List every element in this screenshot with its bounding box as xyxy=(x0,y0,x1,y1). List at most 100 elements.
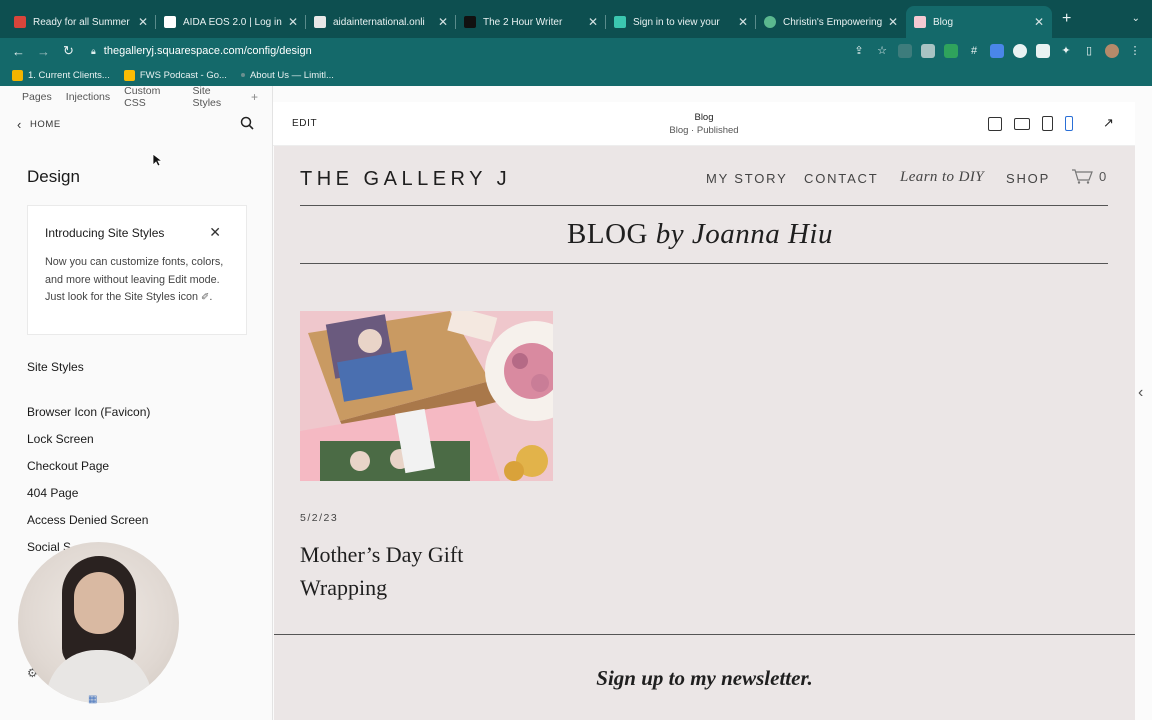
favicon-icon xyxy=(914,16,926,28)
bookmarks-bar: 1. Current Clients... FWS Podcast - Go..… xyxy=(0,64,1152,86)
menu-access-denied[interactable]: Access Denied Screen xyxy=(27,513,148,527)
close-tab-icon[interactable]: ✕ xyxy=(588,15,598,29)
tablet-portrait-icon[interactable] xyxy=(1042,116,1053,131)
gift-wrapping-photo xyxy=(300,311,553,481)
forward-arrow-icon[interactable]: → xyxy=(31,44,56,59)
favicon-icon xyxy=(164,16,176,28)
nav-contact[interactable]: CONTACT xyxy=(804,171,878,186)
add-tab-button[interactable]: + xyxy=(251,90,258,104)
camera-extension-icon[interactable] xyxy=(921,44,935,58)
panel-tabs: Pages Injections Custom CSS Site Styles … xyxy=(0,85,272,109)
browser-tab[interactable]: Christin's Empowering ✕ xyxy=(756,6,906,38)
panel-title: Design xyxy=(27,167,80,186)
translate-extension-icon[interactable] xyxy=(990,44,1004,58)
close-tab-icon[interactable]: ✕ xyxy=(438,15,448,29)
favicon-icon xyxy=(314,16,326,28)
desktop-view-icon[interactable] xyxy=(988,116,1002,131)
edit-toolbar: EDIT Blog Blog · Published ↗ xyxy=(273,102,1135,146)
close-tab-icon[interactable]: ✕ xyxy=(1034,15,1044,29)
menu-browser-icon[interactable]: Browser Icon (Favicon) xyxy=(27,405,150,419)
close-tab-icon[interactable]: ✕ xyxy=(288,15,298,29)
tab-title: Sign in to view your xyxy=(633,16,720,28)
nav-my-story[interactable]: MY STORY xyxy=(706,171,788,186)
bookmark-label: FWS Podcast - Go... xyxy=(139,69,227,81)
close-icon[interactable]: ✕ xyxy=(209,224,221,241)
nav-learn-to-diy[interactable]: Learn to DIY xyxy=(900,169,984,186)
bookmark-item[interactable]: About Us — Limitl... xyxy=(240,70,334,81)
bookmark-item[interactable]: FWS Podcast - Go... xyxy=(123,69,227,81)
tab-site-styles[interactable]: Site Styles xyxy=(193,85,237,109)
tab-injections[interactable]: Injections xyxy=(66,91,110,103)
puzzle-icon[interactable]: ✦ xyxy=(1059,44,1073,58)
site-logo[interactable]: THE GALLERY J xyxy=(300,168,511,191)
menu-kebab-icon[interactable]: ⋮ xyxy=(1128,44,1142,58)
card-title: Introducing Site Styles xyxy=(45,226,165,240)
browser-tab[interactable]: Sign in to view your ✕ xyxy=(606,6,756,38)
grammar-extension-icon[interactable] xyxy=(1013,44,1027,58)
tab-pages[interactable]: Pages xyxy=(22,91,52,103)
home-back-link[interactable]: ‹ HOME xyxy=(17,117,61,132)
card-body-period: . xyxy=(209,291,213,303)
expand-arrow-icon[interactable]: ↗ xyxy=(1103,115,1114,131)
browser-tab[interactable]: aidainternational.onli ✕ xyxy=(306,6,456,38)
close-tab-icon[interactable]: ✕ xyxy=(888,15,898,29)
newsletter-section: Sign up to my newsletter. xyxy=(274,634,1135,720)
screen-extension-icon[interactable] xyxy=(1036,44,1050,58)
card-body: Now you can customize fonts, colors, and… xyxy=(45,254,235,307)
cart-icon xyxy=(1072,169,1093,184)
tab-title: Christin's Empowering xyxy=(783,16,882,28)
share-icon[interactable]: ⇪ xyxy=(852,44,866,58)
home-label: HOME xyxy=(29,119,61,130)
new-tab-button[interactable]: + xyxy=(1062,10,1071,28)
close-tab-icon[interactable]: ✕ xyxy=(138,15,148,29)
sheets-extension-icon[interactable] xyxy=(944,44,958,58)
tablet-landscape-icon[interactable] xyxy=(1014,117,1030,130)
tab-title: Ready for all Summer xyxy=(33,16,130,28)
browser-tab[interactable]: AIDA EOS 2.0 | Log in ✕ xyxy=(156,6,306,38)
avatar-body xyxy=(46,650,152,703)
url-field[interactable]: 🔒︎ thegalleryj.squarespace.com/config/de… xyxy=(91,40,852,62)
tab-search-chevron-icon[interactable]: ⌄ xyxy=(1132,13,1140,24)
browser-tab[interactable]: Ready for all Summer ✕ xyxy=(6,6,156,38)
reload-icon[interactable]: ↻ xyxy=(56,43,81,59)
favicon-icon xyxy=(764,16,776,28)
device-switcher xyxy=(988,116,1073,131)
chevron-left-icon[interactable]: ‹ xyxy=(1138,384,1143,402)
favicon-icon xyxy=(464,16,476,28)
star-icon[interactable]: ☆ xyxy=(875,44,889,58)
browser-tab[interactable]: The 2 Hour Writer ✕ xyxy=(456,6,606,38)
post-thumbnail[interactable] xyxy=(300,311,553,481)
chevron-left-icon: ‹ xyxy=(17,117,22,132)
hash-extension-icon[interactable]: # xyxy=(967,44,981,58)
newsletter-title: Sign up to my newsletter. xyxy=(596,666,813,690)
nav-shop[interactable]: SHOP xyxy=(1006,171,1050,186)
tab-custom-css[interactable]: Custom CSS xyxy=(124,85,178,109)
cart-link[interactable]: 0 xyxy=(1071,168,1106,184)
tab-title: The 2 Hour Writer xyxy=(483,16,563,28)
tab-title: aidainternational.onli xyxy=(333,16,425,28)
blog-heading: BLOG by Joanna Hiu xyxy=(274,218,1126,251)
site-styles-info-card: Introducing Site Styles ✕ Now you can cu… xyxy=(27,205,247,335)
profile-avatar[interactable] xyxy=(1105,44,1119,58)
search-icon[interactable] xyxy=(240,116,254,130)
post-title[interactable]: Mother’s Day Gift Wrapping xyxy=(300,538,530,604)
menu-lock-screen[interactable]: Lock Screen xyxy=(27,432,94,446)
close-tab-icon[interactable]: ✕ xyxy=(738,15,748,29)
menu-404-page[interactable]: 404 Page xyxy=(27,486,78,500)
blog-heading-plain: BLOG xyxy=(567,218,648,250)
menu-checkout-page[interactable]: Checkout Page xyxy=(27,459,109,473)
mobile-view-icon[interactable] xyxy=(1065,116,1073,131)
bookmark-label: 1. Current Clients... xyxy=(28,69,110,81)
back-arrow-icon[interactable]: ← xyxy=(6,44,31,59)
bookmark-item[interactable]: 1. Current Clients... xyxy=(12,69,110,81)
address-bar-row: ← → ↻ 🔒︎ thegalleryj.squarespace.com/con… xyxy=(0,38,1152,64)
extension-icon[interactable] xyxy=(898,44,912,58)
menu-site-styles[interactable]: Site Styles xyxy=(27,360,84,374)
drive-icon xyxy=(123,69,135,81)
avatar-face xyxy=(74,572,124,634)
lock-icon: 🔒︎ xyxy=(91,45,96,56)
drive-icon xyxy=(12,69,23,81)
sidepanel-icon[interactable]: ▯ xyxy=(1082,44,1096,58)
browser-tab-active[interactable]: Blog ✕ xyxy=(906,6,1052,38)
url-text: thegalleryj.squarespace.com/config/desig… xyxy=(103,45,312,57)
